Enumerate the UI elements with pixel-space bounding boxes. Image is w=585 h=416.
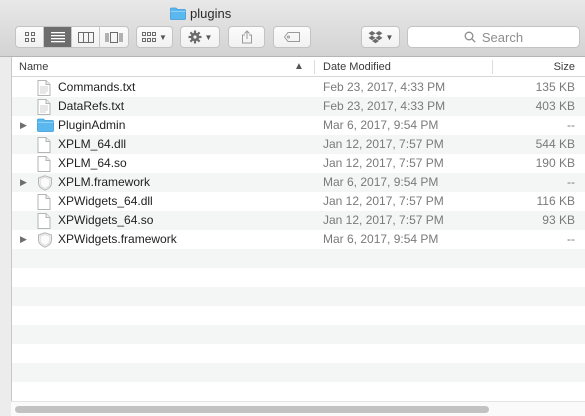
framework-icon	[37, 175, 53, 191]
search-placeholder: Search	[481, 29, 524, 45]
empty-row	[12, 363, 585, 382]
column-header-name[interactable]: Name	[19, 57, 48, 77]
empty-row	[12, 306, 585, 325]
file-date-modified: Jan 12, 2017, 7:57 PM	[323, 213, 444, 227]
document-icon	[37, 194, 53, 210]
column-header-size[interactable]: Size	[554, 57, 575, 77]
file-date-modified: Feb 23, 2017, 4:33 PM	[323, 99, 446, 113]
document-icon	[37, 137, 53, 153]
file-name: XPWidgets_64.dll	[58, 194, 153, 208]
empty-row	[12, 287, 585, 306]
list-header: Name ▲ Date Modified Size	[12, 57, 585, 77]
file-name: XPLM_64.dll	[58, 137, 127, 151]
file-date-modified: Mar 6, 2017, 9:54 PM	[323, 175, 439, 189]
share-icon	[241, 30, 252, 44]
chevron-down-icon: ▼	[159, 32, 167, 42]
file-row[interactable]: ▶ XPLM.framework Mar 6, 2017, 9:54 PM --	[12, 173, 585, 192]
list-icon	[50, 32, 65, 43]
file-row[interactable]: XPWidgets_64.so Jan 12, 2017, 7:57 PM 93 K…	[12, 211, 585, 230]
action-button[interactable]: ▼	[180, 26, 220, 48]
empty-row	[12, 268, 585, 287]
window-title: plugins	[170, 4, 231, 22]
file-size: 544 KB	[535, 137, 575, 151]
document-icon	[37, 213, 53, 229]
empty-row	[12, 344, 585, 363]
arrange-icon	[142, 31, 157, 42]
file-name: DataRefs.txt	[58, 99, 125, 113]
file-row[interactable]: ▶ XPWidgets.framework Mar 6, 2017, 9:54 PM…	[12, 230, 585, 249]
column-view-button[interactable]	[72, 27, 100, 47]
file-row[interactable]: XPLM_64.so Jan 12, 2017, 7:57 PM 190 KB	[12, 154, 585, 173]
file-size: 190 KB	[535, 156, 575, 170]
chevron-down-icon: ▼	[385, 32, 394, 42]
file-name: XPLM.framework	[58, 175, 151, 189]
arrange-button[interactable]: ▼	[136, 26, 173, 48]
text-file-icon	[37, 80, 53, 96]
file-size: --	[567, 118, 575, 132]
file-row[interactable]: XPLM_64.dll Jan 12, 2017, 7:57 PM 544 KB	[12, 135, 585, 154]
dropbox-button[interactable]: ▼	[361, 26, 400, 48]
file-date-modified: Mar 6, 2017, 9:54 PM	[323, 232, 439, 246]
view-mode-control	[15, 26, 129, 48]
window-left-margin	[0, 57, 11, 416]
file-date-modified: Mar 6, 2017, 9:54 PM	[323, 118, 439, 132]
grid-icon	[24, 32, 35, 42]
text-file-icon	[37, 99, 53, 115]
column-header-date-modified[interactable]: Date Modified	[323, 57, 391, 77]
empty-row	[12, 325, 585, 344]
gear-icon	[188, 30, 202, 44]
columns-icon	[77, 31, 94, 43]
sort-ascending-icon[interactable]: ▲	[294, 57, 304, 77]
column-divider[interactable]	[492, 60, 493, 74]
framework-icon	[37, 232, 53, 248]
window-toolbar: plugins ▼ ▼ ▼ Search	[0, 0, 585, 57]
file-row[interactable]: XPWidgets_64.dll Jan 12, 2017, 7:57 PM 116…	[12, 192, 585, 211]
file-name: PluginAdmin	[58, 118, 126, 132]
disclosure-triangle-icon[interactable]: ▶	[20, 234, 27, 245]
disclosure-triangle-icon[interactable]: ▶	[20, 177, 27, 188]
column-divider[interactable]	[314, 60, 315, 74]
file-size: 135 KB	[535, 80, 575, 94]
tag-icon	[284, 32, 300, 42]
file-size: --	[567, 232, 575, 246]
file-name: XPWidgets_64.so	[58, 213, 154, 227]
share-button[interactable]	[228, 26, 265, 48]
search-field[interactable]: Search	[407, 26, 580, 48]
file-rows: Commands.txt Feb 23, 2017, 4:33 PM 135 KB D…	[12, 78, 585, 416]
file-size: --	[567, 175, 575, 189]
file-size: 93 KB	[542, 213, 575, 227]
empty-row	[12, 249, 585, 268]
file-date-modified: Feb 23, 2017, 4:33 PM	[323, 80, 446, 94]
file-date-modified: Jan 12, 2017, 7:57 PM	[323, 194, 444, 208]
window-title-text: plugins	[190, 5, 232, 21]
folder-icon	[170, 7, 186, 20]
search-icon	[464, 31, 476, 43]
list-view-button[interactable]	[44, 27, 72, 47]
file-name: XPWidgets.framework	[58, 232, 177, 246]
file-list: Name ▲ Date Modified Size Commands.txt Fe…	[11, 57, 585, 416]
dropbox-icon	[368, 30, 383, 43]
file-date-modified: Jan 12, 2017, 7:57 PM	[323, 156, 444, 170]
chevron-down-icon: ▼	[204, 32, 213, 42]
coverflow-icon	[105, 31, 123, 43]
toolbar: ▼ ▼ ▼ Search	[0, 26, 585, 50]
disclosure-triangle-icon[interactable]: ▶	[20, 120, 27, 131]
file-row[interactable]: ▶ PluginAdmin Mar 6, 2017, 9:54 PM --	[12, 116, 585, 135]
cover-flow-view-button[interactable]	[100, 27, 128, 47]
file-size: 116 KB	[536, 194, 575, 208]
document-icon	[37, 156, 53, 172]
tag-button[interactable]	[273, 26, 311, 48]
folder-icon	[37, 118, 54, 133]
file-row[interactable]: Commands.txt Feb 23, 2017, 4:33 PM 135 KB	[12, 78, 585, 97]
file-date-modified: Jan 12, 2017, 7:57 PM	[323, 137, 444, 151]
file-name: Commands.txt	[58, 80, 136, 94]
file-row[interactable]: DataRefs.txt Feb 23, 2017, 4:33 PM 403 KB	[12, 97, 585, 116]
file-name: XPLM_64.so	[58, 156, 127, 170]
file-size: 403 KB	[535, 99, 575, 113]
horizontal-scrollbar[interactable]	[11, 401, 585, 416]
empty-row	[12, 382, 585, 401]
scrollbar-thumb[interactable]	[15, 406, 489, 413]
icon-view-button[interactable]	[16, 27, 44, 47]
